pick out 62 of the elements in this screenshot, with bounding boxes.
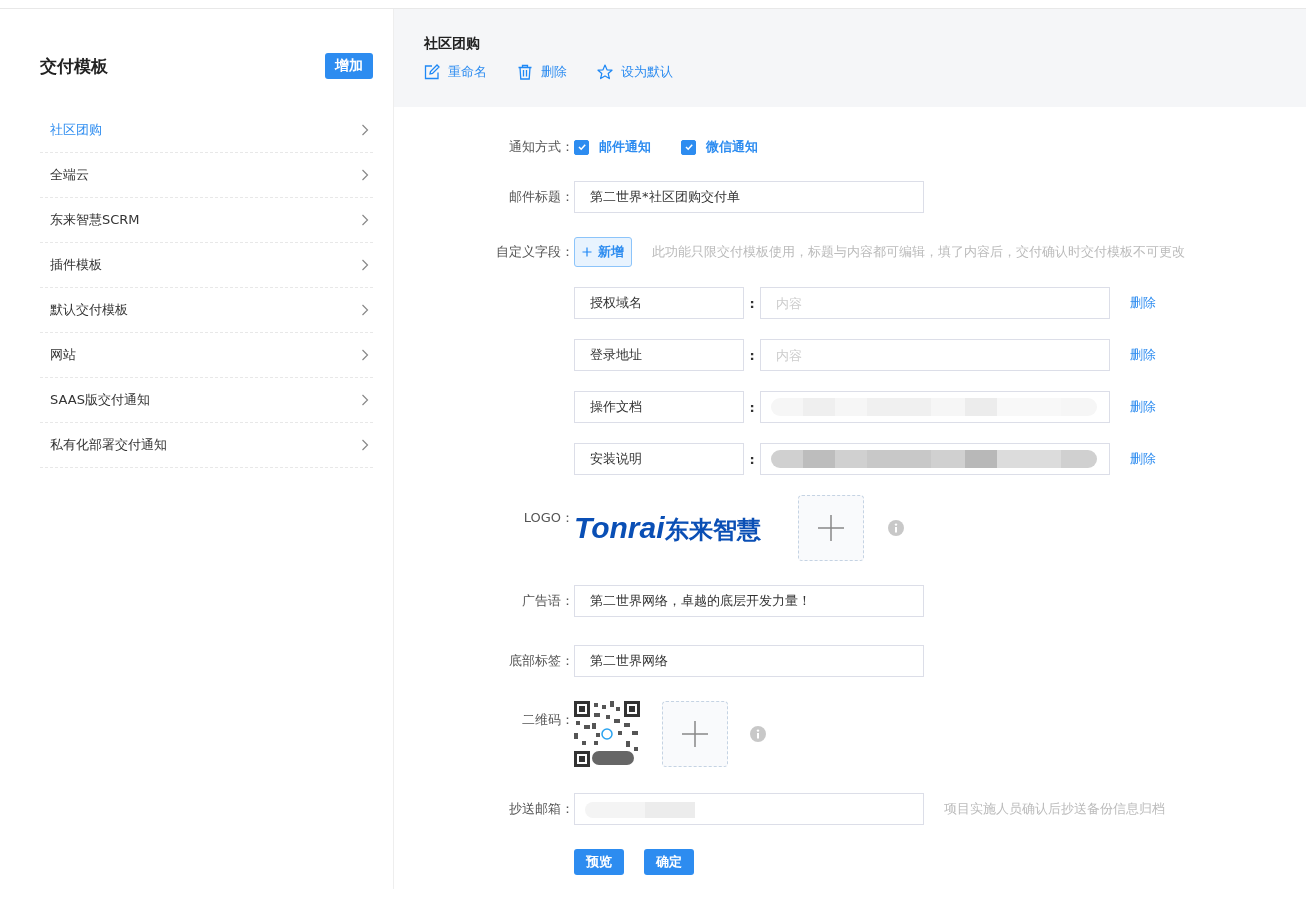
chevron-right-icon bbox=[361, 124, 369, 136]
field-label: 广告语： bbox=[521, 592, 574, 610]
chevron-right-icon bbox=[361, 169, 369, 181]
key-field[interactable]: 登录地址 bbox=[574, 339, 744, 371]
template-item[interactable]: 东来智慧SCRM bbox=[40, 198, 373, 243]
value-field[interactable] bbox=[760, 443, 1110, 475]
chevron-right-icon bbox=[361, 259, 369, 271]
field-label: 抄送邮箱： bbox=[508, 800, 574, 818]
chevron-right-icon bbox=[361, 394, 369, 406]
qr-code-icon bbox=[574, 701, 640, 767]
template-item[interactable]: 插件模板 bbox=[40, 243, 373, 288]
chevron-right-icon bbox=[361, 214, 369, 226]
key-field[interactable]: 操作文档 bbox=[574, 391, 744, 423]
upload-button[interactable] bbox=[798, 495, 864, 561]
field-label: 邮件标题： bbox=[508, 188, 574, 206]
separator: : bbox=[748, 347, 756, 363]
field-label: 自定义字段： bbox=[495, 243, 574, 261]
template-item[interactable]: 社区团购 bbox=[40, 108, 373, 153]
delete-link[interactable]: 删除 bbox=[1130, 346, 1156, 364]
plus-icon bbox=[682, 721, 708, 747]
hint-text: 项目实施人员确认后抄送备份信息归档 bbox=[944, 800, 1165, 818]
input-field[interactable] bbox=[574, 793, 924, 825]
sidebar-title: 交付模板 bbox=[40, 54, 108, 78]
brand-logo: Tonrai东来智慧 bbox=[574, 510, 762, 546]
chevron-right-icon bbox=[361, 439, 369, 451]
template-item[interactable]: 全端云 bbox=[40, 153, 373, 198]
field-label: 底部标签： bbox=[508, 652, 574, 670]
chevron-right-icon bbox=[361, 304, 369, 316]
edit-icon bbox=[424, 64, 440, 80]
template-title: 社区团购 bbox=[424, 35, 481, 53]
input-field[interactable]: 第二世界*社区团购交付单 bbox=[574, 181, 924, 213]
field-label: LOGO： bbox=[522, 509, 574, 527]
chevron-right-icon bbox=[361, 349, 369, 361]
checkbox[interactable] bbox=[574, 139, 589, 155]
delete-link[interactable]: 删除 bbox=[1130, 294, 1156, 312]
check-icon bbox=[576, 142, 587, 152]
delete-link[interactable]: 删除 bbox=[1130, 398, 1156, 416]
key-field[interactable]: 安装说明 bbox=[574, 443, 744, 475]
check-icon bbox=[683, 142, 694, 152]
plus-icon bbox=[582, 247, 592, 257]
key-field[interactable]: 授权域名 bbox=[574, 287, 744, 319]
input-field[interactable]: 第二世界网络 bbox=[574, 645, 924, 677]
upload-button[interactable] bbox=[662, 701, 728, 767]
info-icon[interactable] bbox=[888, 520, 904, 536]
template-item[interactable]: 私有化部署交付通知 bbox=[40, 423, 373, 468]
template-item[interactable]: 默认交付模板 bbox=[40, 288, 373, 333]
separator: : bbox=[748, 451, 756, 467]
checkbox[interactable] bbox=[681, 139, 696, 155]
input-field[interactable]: 第二世界网络，卓越的底层开发力量！ bbox=[574, 585, 924, 617]
separator: : bbox=[748, 295, 756, 311]
template-item[interactable]: SAAS版交付通知 bbox=[40, 378, 373, 423]
info-icon[interactable] bbox=[750, 726, 766, 742]
star-icon bbox=[597, 64, 613, 80]
field-label: 二维码： bbox=[521, 711, 574, 729]
field-label: 通知方式： bbox=[508, 138, 574, 156]
plus-icon bbox=[818, 515, 844, 541]
template-item[interactable]: 网站 bbox=[40, 333, 373, 378]
hint-text: 此功能只限交付模板使用，标题与内容都可编辑，填了内容后，交付确认时交付模板不可更改 bbox=[652, 243, 1185, 261]
value-field[interactable] bbox=[760, 391, 1110, 423]
separator: : bbox=[748, 399, 756, 415]
trash-icon bbox=[517, 64, 533, 80]
delete-link[interactable]: 删除 bbox=[1130, 450, 1156, 468]
